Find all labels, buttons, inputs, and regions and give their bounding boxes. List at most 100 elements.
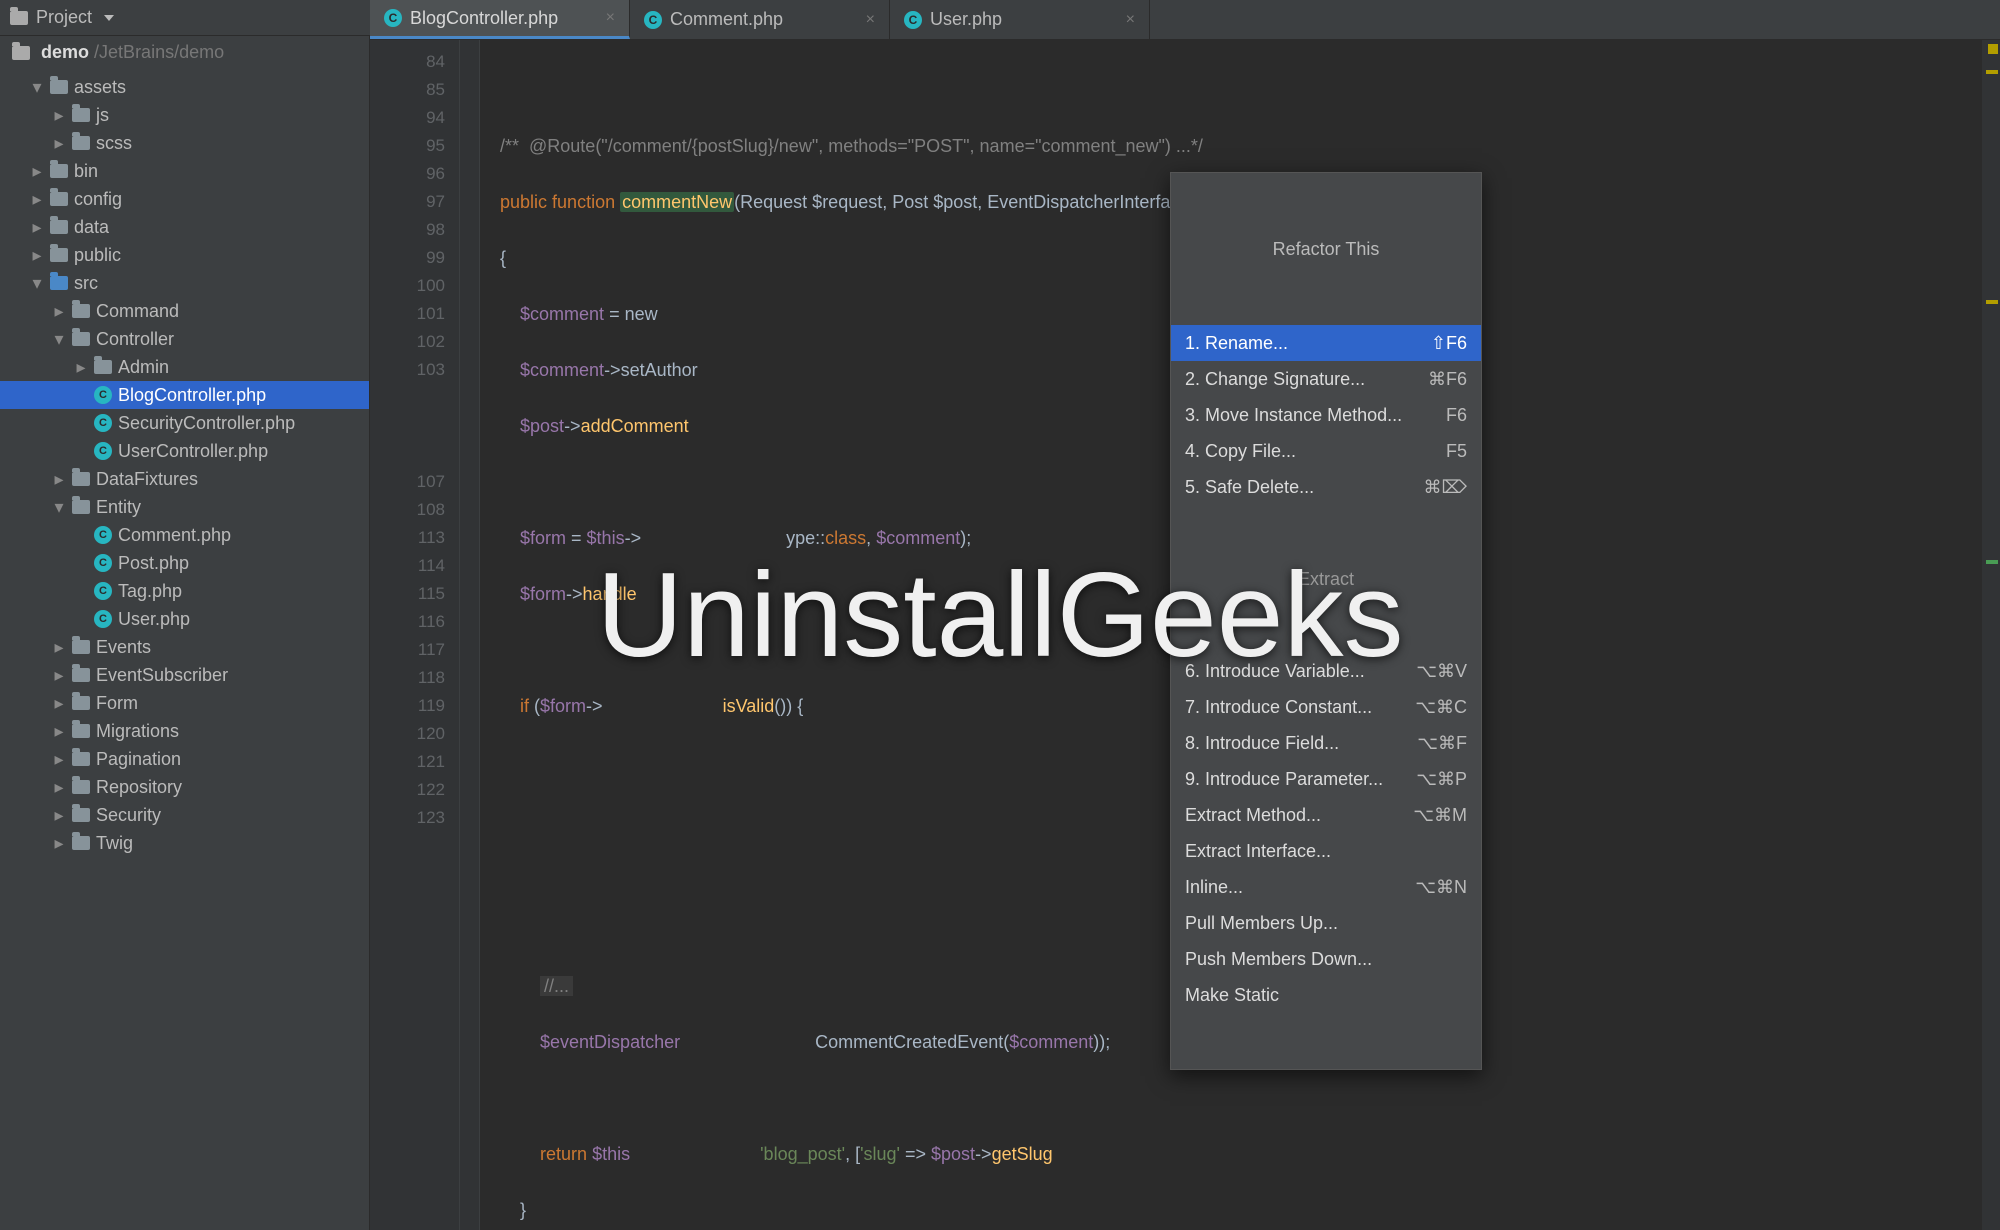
line-number: 100 bbox=[370, 272, 445, 300]
editor-tab[interactable]: CUser.php× bbox=[890, 0, 1150, 39]
change-marker-icon[interactable] bbox=[1986, 560, 1998, 564]
tree-folder[interactable]: Events bbox=[0, 633, 369, 661]
refactor-menu-item[interactable]: 7. Introduce Constant...⌥⌘C bbox=[1171, 689, 1481, 725]
tree-label: BlogController.php bbox=[118, 385, 266, 406]
chevron-icon[interactable] bbox=[52, 805, 66, 826]
chevron-icon[interactable] bbox=[52, 665, 66, 686]
tree-folder[interactable]: Migrations bbox=[0, 717, 369, 745]
tree-folder[interactable]: EventSubscriber bbox=[0, 661, 369, 689]
refactor-menu-item[interactable]: Extract Interface... bbox=[1171, 833, 1481, 869]
refactor-menu-item[interactable]: 8. Introduce Field...⌥⌘F bbox=[1171, 725, 1481, 761]
tree-folder[interactable]: Controller bbox=[0, 325, 369, 353]
tree-folder[interactable]: Command bbox=[0, 297, 369, 325]
breadcrumb[interactable]: demo /JetBrains/demo bbox=[0, 36, 369, 69]
tree-file[interactable]: CComment.php bbox=[0, 521, 369, 549]
tree-folder[interactable]: assets bbox=[0, 73, 369, 101]
chevron-icon[interactable] bbox=[52, 833, 66, 854]
chevron-icon[interactable] bbox=[30, 273, 44, 294]
warning-marker-icon bbox=[1988, 44, 1998, 54]
breadcrumb-path: /JetBrains/demo bbox=[94, 42, 224, 62]
refactor-menu-item[interactable]: 2. Change Signature...⌘F6 bbox=[1171, 361, 1481, 397]
tree-folder[interactable]: Entity bbox=[0, 493, 369, 521]
chevron-icon[interactable] bbox=[52, 329, 66, 350]
chevron-icon[interactable] bbox=[30, 77, 44, 98]
tree-folder[interactable]: DataFixtures bbox=[0, 465, 369, 493]
warning-marker-icon[interactable] bbox=[1986, 70, 1998, 74]
refactor-menu-item[interactable]: 1. Rename...⇧F6 bbox=[1171, 325, 1481, 361]
line-number: 108 bbox=[370, 496, 445, 524]
chevron-icon[interactable] bbox=[74, 357, 88, 378]
tree-folder[interactable]: Security bbox=[0, 801, 369, 829]
tree-file[interactable]: CPost.php bbox=[0, 549, 369, 577]
method-name[interactable]: commentNew bbox=[620, 192, 734, 212]
chevron-icon[interactable] bbox=[52, 469, 66, 490]
menu-item-shortcut: ⌥⌘V bbox=[1416, 657, 1467, 685]
tab-label: User.php bbox=[930, 9, 1002, 30]
tab-label: Comment.php bbox=[670, 9, 783, 30]
line-number: 117 bbox=[370, 636, 445, 664]
tree-folder[interactable]: js bbox=[0, 101, 369, 129]
tree-file[interactable]: CBlogController.php bbox=[0, 381, 369, 409]
chevron-icon[interactable] bbox=[52, 133, 66, 154]
chevron-icon[interactable] bbox=[52, 637, 66, 658]
close-icon[interactable]: × bbox=[1126, 11, 1135, 29]
refactor-menu-item[interactable]: 6. Introduce Variable...⌥⌘V bbox=[1171, 653, 1481, 689]
project-dropdown[interactable]: Project bbox=[10, 7, 114, 28]
tree-file[interactable]: CSecurityController.php bbox=[0, 409, 369, 437]
refactor-menu-item[interactable]: 5. Safe Delete...⌘⌦ bbox=[1171, 469, 1481, 505]
tree-folder[interactable]: Pagination bbox=[0, 745, 369, 773]
close-icon[interactable]: × bbox=[866, 11, 875, 29]
tree-folder[interactable]: bin bbox=[0, 157, 369, 185]
chevron-icon[interactable] bbox=[30, 161, 44, 182]
menu-item-shortcut: ⌥⌘M bbox=[1413, 801, 1467, 829]
fold-gutter bbox=[460, 40, 480, 1230]
tree-folder[interactable]: Admin bbox=[0, 353, 369, 381]
refactor-menu-item[interactable]: 3. Move Instance Method...F6 bbox=[1171, 397, 1481, 433]
chevron-icon[interactable] bbox=[52, 497, 66, 518]
tree-folder[interactable]: data bbox=[0, 213, 369, 241]
php-file-icon: C bbox=[94, 610, 112, 628]
tree-folder[interactable]: Repository bbox=[0, 773, 369, 801]
tree-folder[interactable]: public bbox=[0, 241, 369, 269]
code-area[interactable]: /** @Route("/comment/{postSlug}/new", me… bbox=[480, 40, 1982, 1230]
menu-item-label: Make Static bbox=[1185, 981, 1279, 1009]
refactor-menu-item[interactable]: Extract Method...⌥⌘M bbox=[1171, 797, 1481, 833]
close-icon[interactable]: × bbox=[606, 9, 615, 27]
chevron-icon[interactable] bbox=[30, 217, 44, 238]
code-editor[interactable]: 8485949596979899100101102103107108113114… bbox=[370, 40, 2000, 1230]
line-number: 120 bbox=[370, 720, 445, 748]
line-number: 101 bbox=[370, 300, 445, 328]
editor-tab-bar: CBlogController.php×CComment.php×CUser.p… bbox=[370, 0, 2000, 40]
chevron-icon[interactable] bbox=[52, 301, 66, 322]
tree-label: Pagination bbox=[96, 749, 181, 770]
chevron-icon[interactable] bbox=[30, 245, 44, 266]
chevron-icon[interactable] bbox=[52, 777, 66, 798]
editor-tab[interactable]: CBlogController.php× bbox=[370, 0, 630, 39]
chevron-icon[interactable] bbox=[52, 105, 66, 126]
project-tree: assetsjsscssbinconfigdatapublicsrcComman… bbox=[0, 69, 369, 861]
chevron-icon[interactable] bbox=[52, 721, 66, 742]
refactor-menu-item[interactable]: 9. Introduce Parameter...⌥⌘P bbox=[1171, 761, 1481, 797]
tree-folder[interactable]: config bbox=[0, 185, 369, 213]
refactor-menu-item[interactable]: Pull Members Up... bbox=[1171, 905, 1481, 941]
chevron-icon[interactable] bbox=[52, 749, 66, 770]
menu-item-shortcut: ⇧F6 bbox=[1431, 329, 1467, 357]
menu-item-label: 5. Safe Delete... bbox=[1185, 473, 1314, 501]
chevron-icon[interactable] bbox=[30, 189, 44, 210]
tree-folder[interactable]: Form bbox=[0, 689, 369, 717]
refactor-menu-item[interactable]: Push Members Down... bbox=[1171, 941, 1481, 977]
warning-marker-icon[interactable] bbox=[1986, 300, 1998, 304]
line-number: 123 bbox=[370, 804, 445, 832]
line-number: 115 bbox=[370, 580, 445, 608]
editor-tab[interactable]: CComment.php× bbox=[630, 0, 890, 39]
tree-folder[interactable]: Twig bbox=[0, 829, 369, 857]
refactor-menu-item[interactable]: 4. Copy File...F5 bbox=[1171, 433, 1481, 469]
tree-file[interactable]: CTag.php bbox=[0, 577, 369, 605]
refactor-menu-item[interactable]: Inline...⌥⌘N bbox=[1171, 869, 1481, 905]
tree-folder[interactable]: scss bbox=[0, 129, 369, 157]
tree-file[interactable]: CUser.php bbox=[0, 605, 369, 633]
chevron-icon[interactable] bbox=[52, 693, 66, 714]
tree-file[interactable]: CUserController.php bbox=[0, 437, 369, 465]
refactor-menu-item[interactable]: Make Static bbox=[1171, 977, 1481, 1013]
tree-folder[interactable]: src bbox=[0, 269, 369, 297]
